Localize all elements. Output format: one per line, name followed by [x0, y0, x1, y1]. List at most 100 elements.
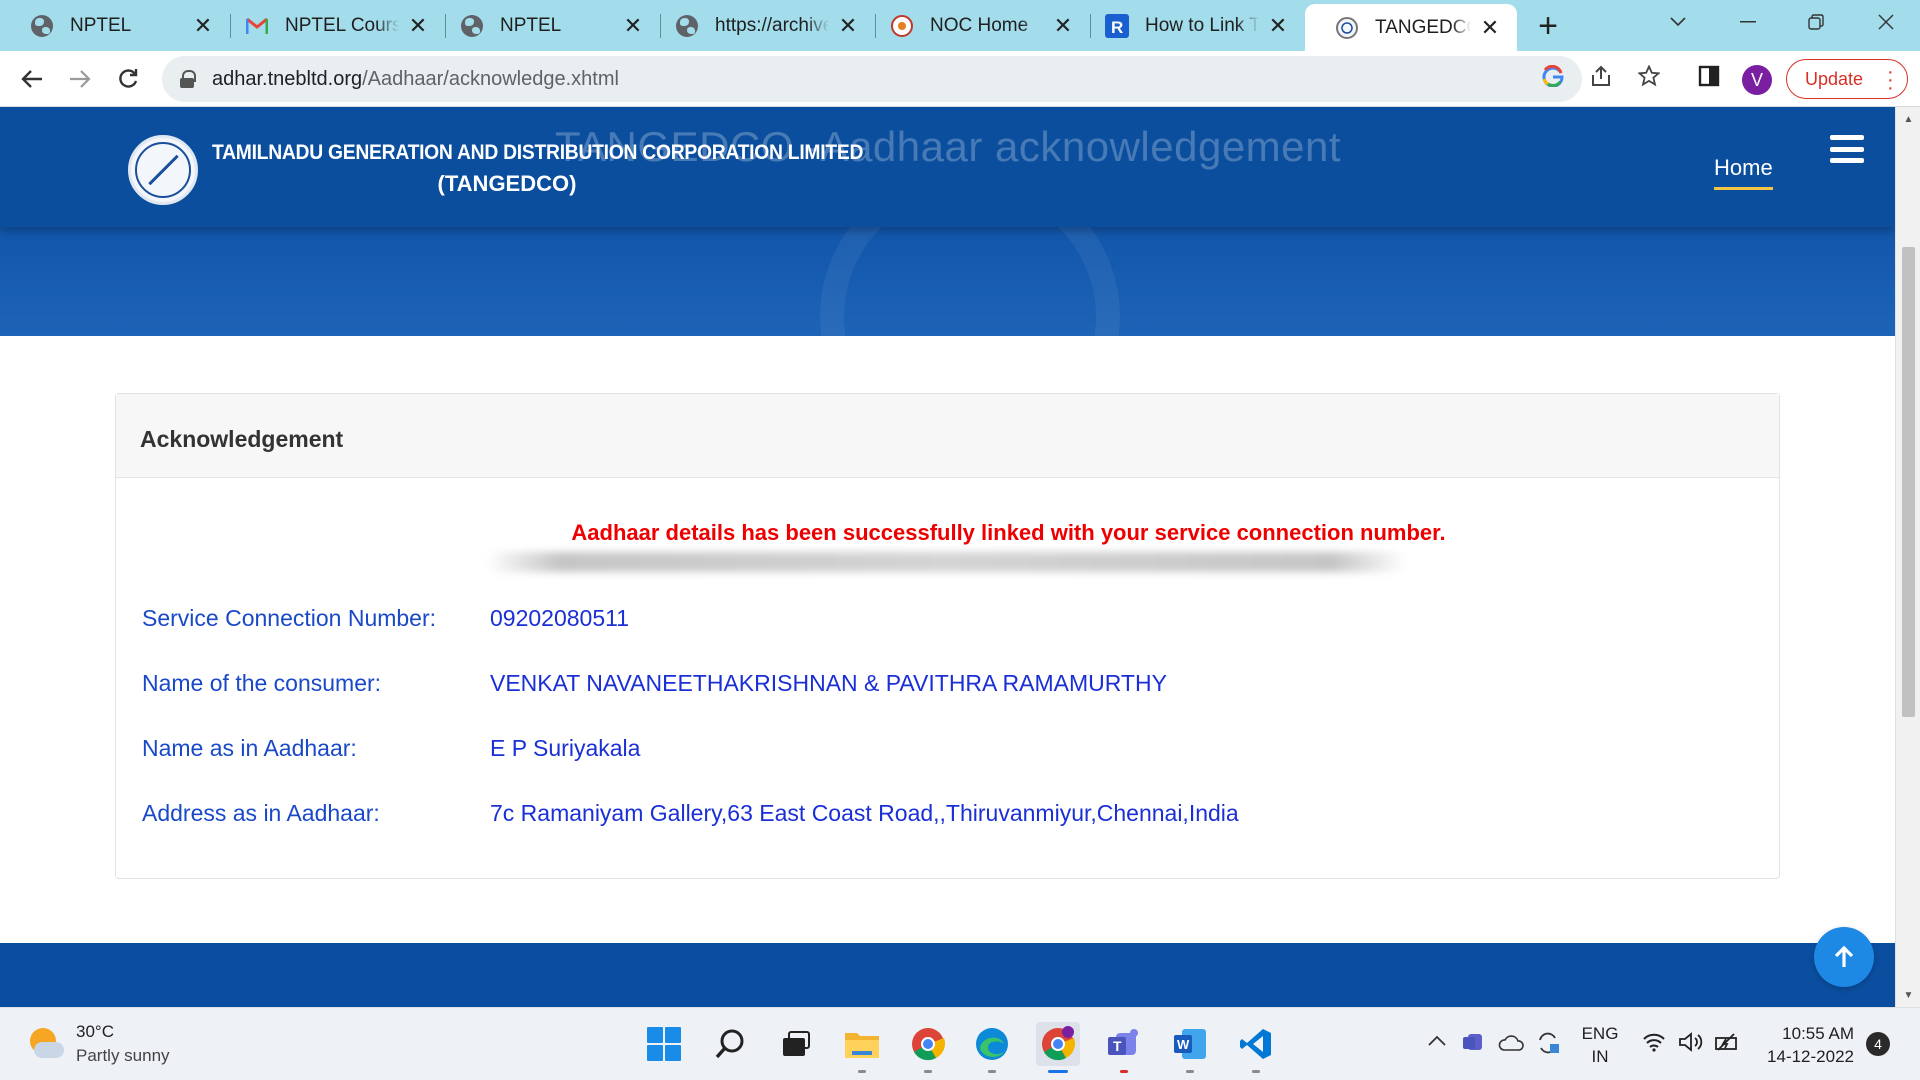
close-icon [1878, 14, 1894, 30]
notification-badge[interactable]: 4 [1866, 1032, 1890, 1056]
scroll-down-arrow-icon[interactable]: ▼ [1896, 985, 1920, 1005]
start-button[interactable] [642, 1022, 686, 1066]
side-panel-icon[interactable] [1696, 63, 1722, 89]
scrollbar-thumb[interactable] [1902, 247, 1915, 717]
word-icon: W [1174, 1029, 1206, 1059]
tab-search-button[interactable] [1648, 0, 1708, 44]
forward-button[interactable] [60, 59, 100, 99]
tab-title: NOC Home [930, 14, 1029, 36]
update-label: Update [1805, 68, 1864, 89]
back-button[interactable] [12, 59, 52, 99]
page-scrollbar[interactable]: ▲ ▼ [1895, 107, 1920, 1007]
teams-button[interactable]: T [1102, 1022, 1146, 1066]
brand-line-1: TAMILNADU GENERATION AND DISTRIBUTION CO… [212, 141, 864, 164]
svg-text:W: W [1177, 1037, 1190, 1052]
globe-icon [460, 14, 484, 38]
nav-home-link[interactable]: Home [1714, 155, 1773, 190]
vscode-button[interactable] [1234, 1022, 1278, 1066]
onedrive-cloud-icon[interactable] [1498, 1034, 1524, 1057]
field-label: Service Connection Number: [142, 605, 437, 631]
scroll-up-arrow-icon[interactable]: ▲ [1896, 109, 1920, 129]
minimize-button[interactable] [1718, 0, 1778, 44]
word-button[interactable]: W [1168, 1022, 1212, 1066]
close-icon[interactable]: ✕ [407, 13, 429, 38]
tab-nptel-2[interactable]: NPTEL ✕ [430, 0, 660, 51]
clock-time: 10:55 AM [1782, 1024, 1854, 1043]
globe-icon [30, 14, 54, 38]
footer-band [0, 943, 1895, 1007]
language-code: ENG [1581, 1024, 1619, 1043]
r-logo-icon: R [1105, 13, 1129, 38]
lock-icon[interactable] [180, 70, 196, 88]
url-path: /Aadhaar/acknowledge.xhtml [362, 67, 619, 90]
arrow-up-icon [1834, 945, 1854, 967]
sync-icon[interactable] [1536, 1032, 1560, 1060]
task-view-button[interactable] [774, 1022, 818, 1066]
teams-tray-icon[interactable] [1462, 1032, 1486, 1058]
restore-icon [1808, 14, 1824, 30]
hamburger-menu-icon[interactable] [1830, 135, 1864, 163]
profile-avatar[interactable]: V [1742, 65, 1772, 95]
edge-button[interactable] [970, 1022, 1014, 1066]
new-tab-button[interactable]: + [1530, 7, 1566, 45]
tab-noc-home[interactable]: NOC Home ✕ [860, 0, 1090, 51]
wifi-icon[interactable] [1642, 1032, 1666, 1058]
close-icon[interactable]: ✕ [622, 13, 644, 38]
close-icon[interactable]: ✕ [1479, 15, 1501, 40]
update-button[interactable]: Update · · · [1786, 59, 1908, 99]
restore-button[interactable] [1786, 0, 1846, 44]
search-button[interactable] [708, 1022, 752, 1066]
close-icon[interactable]: ✕ [192, 13, 214, 38]
noc-logo-icon [890, 14, 914, 38]
tab-nptel-1[interactable]: NPTEL ✕ [0, 0, 230, 51]
tab-title: NPTEL [70, 14, 132, 36]
close-icon[interactable]: ✕ [837, 13, 859, 38]
scroll-to-top-button[interactable] [1814, 927, 1874, 987]
chrome-icon [912, 1028, 946, 1061]
reload-button[interactable] [108, 59, 148, 99]
tab-how-to-link[interactable]: R How to Link TN ✕ [1075, 0, 1305, 51]
acknowledgement-card: Acknowledgement Aadhaar details has been… [115, 393, 1780, 879]
close-icon[interactable]: ✕ [1267, 13, 1289, 38]
browser-toolbar: adhar.tnebltd.org/Aadhaar/acknowledge.xh… [0, 51, 1920, 107]
folder-icon [845, 1033, 879, 1058]
share-icon[interactable] [1588, 63, 1614, 89]
brand-line-2: (TANGEDCO) [437, 171, 577, 196]
tangedco-logo[interactable] [128, 135, 198, 205]
bookmark-star-icon[interactable] [1636, 63, 1662, 89]
tab-archive[interactable]: https://archive. ✕ [645, 0, 875, 51]
arrow-left-icon [21, 70, 42, 88]
close-icon[interactable]: ✕ [1052, 13, 1074, 38]
site-navbar: TANGEDCO -Aadhaar acknowledgement TAMILN… [0, 107, 1895, 227]
field-row-aadhaar-name: Name as in Aadhaar: E P Suriyakala [142, 735, 640, 762]
tab-tangedco[interactable]: TANGEDCO AA ✕ [1305, 4, 1517, 51]
close-window-button[interactable] [1856, 0, 1916, 44]
battery-charging-icon[interactable] [1714, 1032, 1740, 1058]
running-indicator [858, 1070, 866, 1073]
url-host: adhar.tnebltd.org [212, 67, 363, 90]
running-indicator [988, 1070, 996, 1073]
system-clock[interactable]: 10:55 AM 14-12-2022 [1762, 1022, 1854, 1068]
temperature: 30°C [76, 1022, 114, 1041]
language-indicator[interactable]: ENG IN [1580, 1022, 1620, 1068]
region-code: IN [1591, 1047, 1609, 1066]
search-icon [715, 1029, 744, 1059]
address-bar[interactable]: adhar.tnebltd.org/Aadhaar/acknowledge.xh… [162, 56, 1582, 102]
tab-nptel-course[interactable]: NPTEL Course ✕ [215, 0, 445, 51]
tray-overflow-chevron-icon[interactable] [1428, 1030, 1446, 1053]
svg-text:T: T [1113, 1038, 1122, 1054]
web-page: TANGEDCO -Aadhaar acknowledgement TAMILN… [0, 107, 1895, 1007]
field-row-service-number: Service Connection Number: 09202080511 [142, 605, 629, 632]
redacted-text [486, 552, 1406, 572]
chevron-down-icon [1670, 17, 1686, 27]
chrome-button[interactable] [906, 1022, 950, 1066]
gmail-icon [245, 14, 269, 38]
file-explorer-button[interactable] [840, 1022, 884, 1066]
weather-widget[interactable]: 30°C Partly sunny [28, 1022, 170, 1066]
volume-icon[interactable] [1678, 1032, 1704, 1058]
chrome-profile-button[interactable] [1036, 1022, 1080, 1066]
google-lens-icon[interactable] [1540, 63, 1566, 89]
tab-title: NPTEL Course [285, 14, 399, 36]
clock-date: 14-12-2022 [1767, 1047, 1854, 1066]
menu-dots-icon[interactable]: · · · [1887, 62, 1894, 98]
